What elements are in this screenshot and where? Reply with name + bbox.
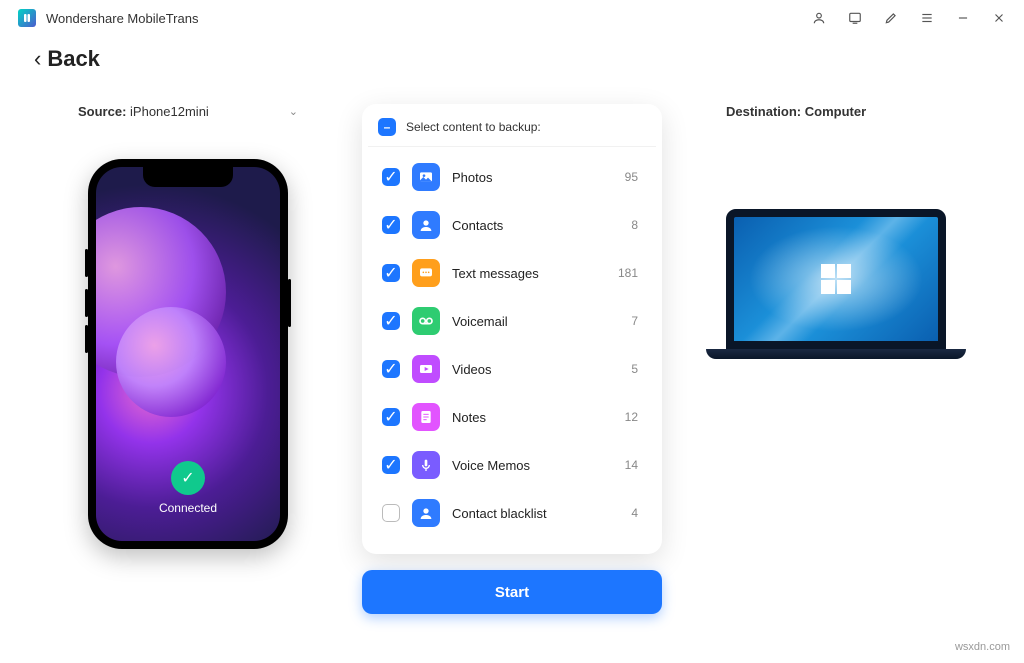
windows-logo-icon bbox=[821, 264, 851, 294]
item-count: 8 bbox=[631, 218, 638, 232]
item-label: Contacts bbox=[452, 218, 619, 233]
item-count: 14 bbox=[625, 458, 638, 472]
list-item[interactable]: Calendar7 bbox=[376, 537, 648, 544]
source-dropdown[interactable]: Source: iPhone12mini ⌄ bbox=[78, 104, 298, 119]
edit-icon[interactable] bbox=[884, 11, 898, 25]
source-device-phone: ✓ Connected bbox=[88, 159, 288, 549]
panel-header: Select content to backup: bbox=[406, 120, 541, 134]
list-item[interactable]: Contact blacklist 4 bbox=[376, 489, 648, 537]
item-checkbox[interactable] bbox=[382, 504, 400, 522]
item-count: 4 bbox=[631, 506, 638, 520]
back-label: Back bbox=[47, 46, 100, 72]
list-item[interactable]: ✓ Voicemail 7 bbox=[376, 297, 648, 345]
content-selection-card: – Select content to backup: ✓ Photos 95 ✓ Co… bbox=[362, 104, 662, 554]
list-item[interactable]: ✓ Contacts 8 bbox=[376, 201, 648, 249]
item-label: Notes bbox=[452, 410, 613, 425]
item-checkbox[interactable]: ✓ bbox=[382, 216, 400, 234]
item-label: Voice Memos bbox=[452, 458, 613, 473]
chevron-left-icon: ‹ bbox=[34, 46, 41, 72]
titlebar: Wondershare MobileTrans bbox=[0, 0, 1024, 36]
item-count: 95 bbox=[625, 170, 638, 184]
source-label: Source: iPhone12mini bbox=[78, 104, 209, 119]
item-label: Photos bbox=[452, 170, 613, 185]
app-title: Wondershare MobileTrans bbox=[46, 11, 198, 26]
connected-status: Connected bbox=[159, 501, 217, 515]
item-count: 7 bbox=[631, 314, 638, 328]
item-label: Text messages bbox=[452, 266, 606, 281]
back-button[interactable]: ‹ Back bbox=[0, 36, 1024, 78]
item-count: 181 bbox=[618, 266, 638, 280]
photos-icon bbox=[412, 163, 440, 191]
content-list[interactable]: ✓ Photos 95 ✓ Contacts 8 ✓ Text messages 181 ✓ Voi… bbox=[368, 146, 656, 544]
messages-icon bbox=[412, 259, 440, 287]
list-item[interactable]: ✓ Notes 12 bbox=[376, 393, 648, 441]
item-checkbox[interactable]: ✓ bbox=[382, 360, 400, 378]
destination-label: Destination: Computer bbox=[726, 104, 946, 119]
item-checkbox[interactable]: ✓ bbox=[382, 456, 400, 474]
item-checkbox[interactable]: ✓ bbox=[382, 264, 400, 282]
notes-icon bbox=[412, 403, 440, 431]
select-all-checkbox[interactable]: – bbox=[378, 118, 396, 136]
list-item[interactable]: ✓ Text messages 181 bbox=[376, 249, 648, 297]
minimize-icon[interactable] bbox=[956, 11, 970, 25]
item-label: Videos bbox=[452, 362, 619, 377]
destination-device-laptop bbox=[716, 209, 956, 359]
list-item[interactable]: ✓ Photos 95 bbox=[376, 153, 648, 201]
menu-icon[interactable] bbox=[920, 11, 934, 25]
close-icon[interactable] bbox=[992, 11, 1006, 25]
contacts-icon bbox=[412, 211, 440, 239]
videos-icon bbox=[412, 355, 440, 383]
item-count: 5 bbox=[631, 362, 638, 376]
app-logo-icon bbox=[18, 9, 36, 27]
watermark: wsxdn.com bbox=[955, 641, 1010, 653]
voicememos-icon bbox=[412, 451, 440, 479]
account-icon[interactable] bbox=[812, 11, 826, 25]
connected-check-icon: ✓ bbox=[171, 461, 205, 495]
list-item[interactable]: ✓ Videos 5 bbox=[376, 345, 648, 393]
item-count: 12 bbox=[625, 410, 638, 424]
chevron-down-icon: ⌄ bbox=[289, 105, 298, 118]
item-checkbox[interactable]: ✓ bbox=[382, 312, 400, 330]
voicemail-icon bbox=[412, 307, 440, 335]
list-item[interactable]: ✓ Voice Memos 14 bbox=[376, 441, 648, 489]
feedback-icon[interactable] bbox=[848, 11, 862, 25]
item-label: Voicemail bbox=[452, 314, 619, 329]
item-checkbox[interactable]: ✓ bbox=[382, 168, 400, 186]
blacklist-icon bbox=[412, 499, 440, 527]
item-checkbox[interactable]: ✓ bbox=[382, 408, 400, 426]
start-button[interactable]: Start bbox=[362, 570, 662, 614]
item-label: Contact blacklist bbox=[452, 506, 619, 521]
